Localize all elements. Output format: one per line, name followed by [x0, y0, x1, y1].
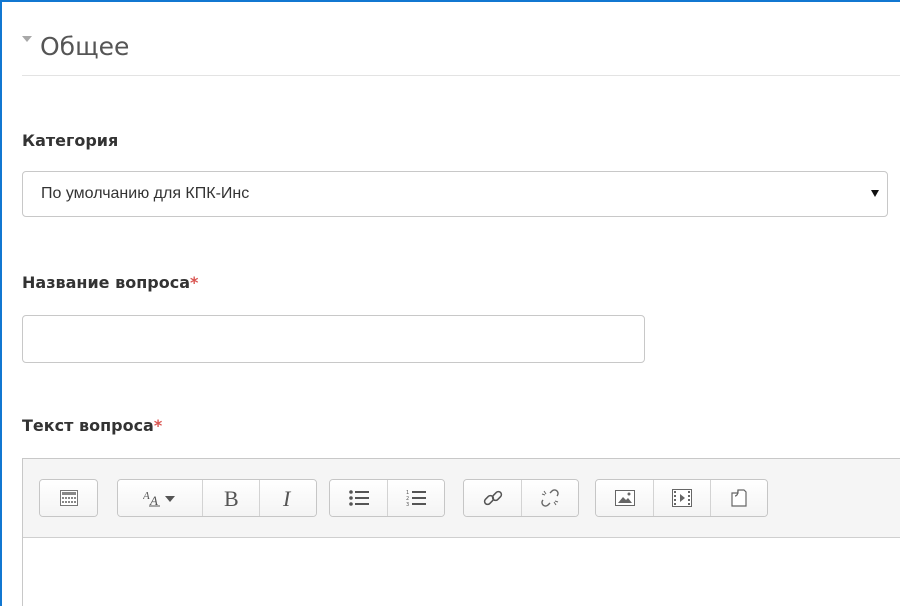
toolbar-group-text-style: A A B I [117, 479, 317, 517]
svg-text:3: 3 [406, 502, 409, 507]
triangle-down-icon[interactable] [22, 36, 32, 42]
dropdown-arrow-icon [871, 190, 879, 197]
section-title: Общее [40, 31, 130, 61]
manage-files-button[interactable] [710, 480, 767, 516]
required-asterisk: * [190, 273, 199, 292]
italic-button[interactable]: I [259, 480, 316, 516]
svg-text:I: I [282, 486, 292, 510]
section-divider [22, 75, 900, 76]
question-name-input[interactable] [22, 315, 645, 363]
media-button[interactable] [653, 480, 710, 516]
question-name-label-text: Название вопроса [22, 273, 190, 292]
link-icon [483, 490, 502, 506]
toolbar-group-media [595, 479, 768, 517]
ordered-list-button[interactable]: 123 [387, 480, 444, 516]
image-icon [614, 490, 635, 506]
svg-text:B: B [224, 486, 239, 510]
editor-toolbar: A A B I 1 2 3 [23, 459, 900, 538]
toolbar-group-lists: 123 [329, 479, 445, 517]
manage-files-icon [731, 489, 747, 507]
category-selected-value: По умолчанию для КПК-Инс [41, 185, 250, 202]
question-name-label: Название вопроса* [22, 273, 198, 292]
image-button[interactable] [596, 480, 653, 516]
question-text-editor[interactable]: A A B I 1 2 3 [22, 458, 900, 606]
svg-text:A: A [149, 493, 158, 507]
ordered-list-icon: 123 [406, 490, 426, 507]
category-select[interactable]: По умолчанию для КПК-Инс [22, 171, 888, 217]
toolbar-group-toggle [39, 479, 98, 517]
media-icon [672, 489, 692, 507]
category-label-text: Категория [22, 131, 119, 150]
bold-icon: B [224, 486, 239, 510]
font-style-icon: A A [143, 490, 175, 507]
required-asterisk: * [153, 416, 163, 435]
question-text-label-text: Текст вопроса [22, 416, 154, 435]
svg-text:A: A [143, 490, 150, 502]
italic-icon: I [282, 486, 292, 510]
toggle-toolbar-button[interactable] [40, 480, 97, 516]
question-text-label: Текст вопроса* [22, 416, 162, 435]
unordered-list-button[interactable] [330, 480, 387, 516]
unlink-icon [541, 489, 559, 507]
unordered-list-icon [348, 490, 369, 506]
bold-button[interactable]: B [202, 480, 259, 516]
toolbar-group-links [463, 479, 579, 517]
font-style-button[interactable]: A A [118, 480, 202, 516]
editor-content-area[interactable] [23, 538, 900, 606]
link-button[interactable] [464, 480, 521, 516]
section-header-general[interactable]: Общее [22, 26, 129, 66]
category-label: Категория [22, 131, 118, 150]
unlink-button[interactable] [521, 480, 578, 516]
toggle-toolbar-icon [59, 490, 78, 506]
